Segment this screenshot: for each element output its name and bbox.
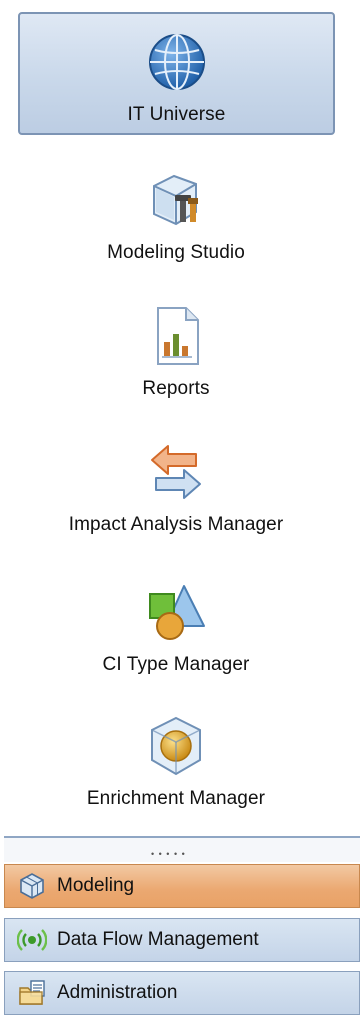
report-document-icon xyxy=(157,307,199,365)
nav-bar-label: Data Flow Management xyxy=(57,929,259,950)
enrichment-sphere-icon xyxy=(151,716,201,776)
module-label: CI Type Manager xyxy=(102,654,250,675)
module-label: Impact Analysis Manager xyxy=(68,514,284,535)
nav-bar-data-flow-management[interactable]: Data Flow Management xyxy=(4,918,360,962)
shapes-icon xyxy=(149,585,205,640)
module-label: Reports xyxy=(142,378,210,399)
nav-bar-administration[interactable]: Administration xyxy=(4,971,360,1015)
module-reports[interactable]: Reports xyxy=(0,304,352,400)
module-ci-type-manager[interactable]: CI Type Manager xyxy=(0,580,352,676)
nav-bar-label: Administration xyxy=(57,982,178,1003)
admin-folder-icon xyxy=(19,980,45,1005)
module-it-universe[interactable]: IT Universe xyxy=(18,12,335,135)
globe-icon xyxy=(148,34,205,90)
module-label: IT Universe xyxy=(127,104,226,125)
nav-bar-label: Modeling xyxy=(57,875,135,896)
modeling-cube-tools-icon xyxy=(153,174,198,226)
modeling-cube-icon xyxy=(20,873,44,899)
nav-bar-modeling[interactable]: Modeling xyxy=(4,864,360,908)
module-modeling-studio[interactable]: Modeling Studio xyxy=(0,168,352,264)
grip-handle-icon[interactable]: • • • • • xyxy=(151,850,186,859)
module-enrichment-manager[interactable]: Enrichment Manager xyxy=(0,714,352,810)
module-impact-analysis-manager[interactable]: Impact Analysis Manager xyxy=(0,440,352,536)
signal-icon xyxy=(17,929,47,951)
swap-arrows-icon xyxy=(151,445,201,499)
module-label: Modeling Studio xyxy=(107,242,245,263)
module-label: Enrichment Manager xyxy=(86,788,266,809)
panel-splitter[interactable]: • • • • • xyxy=(4,836,360,862)
